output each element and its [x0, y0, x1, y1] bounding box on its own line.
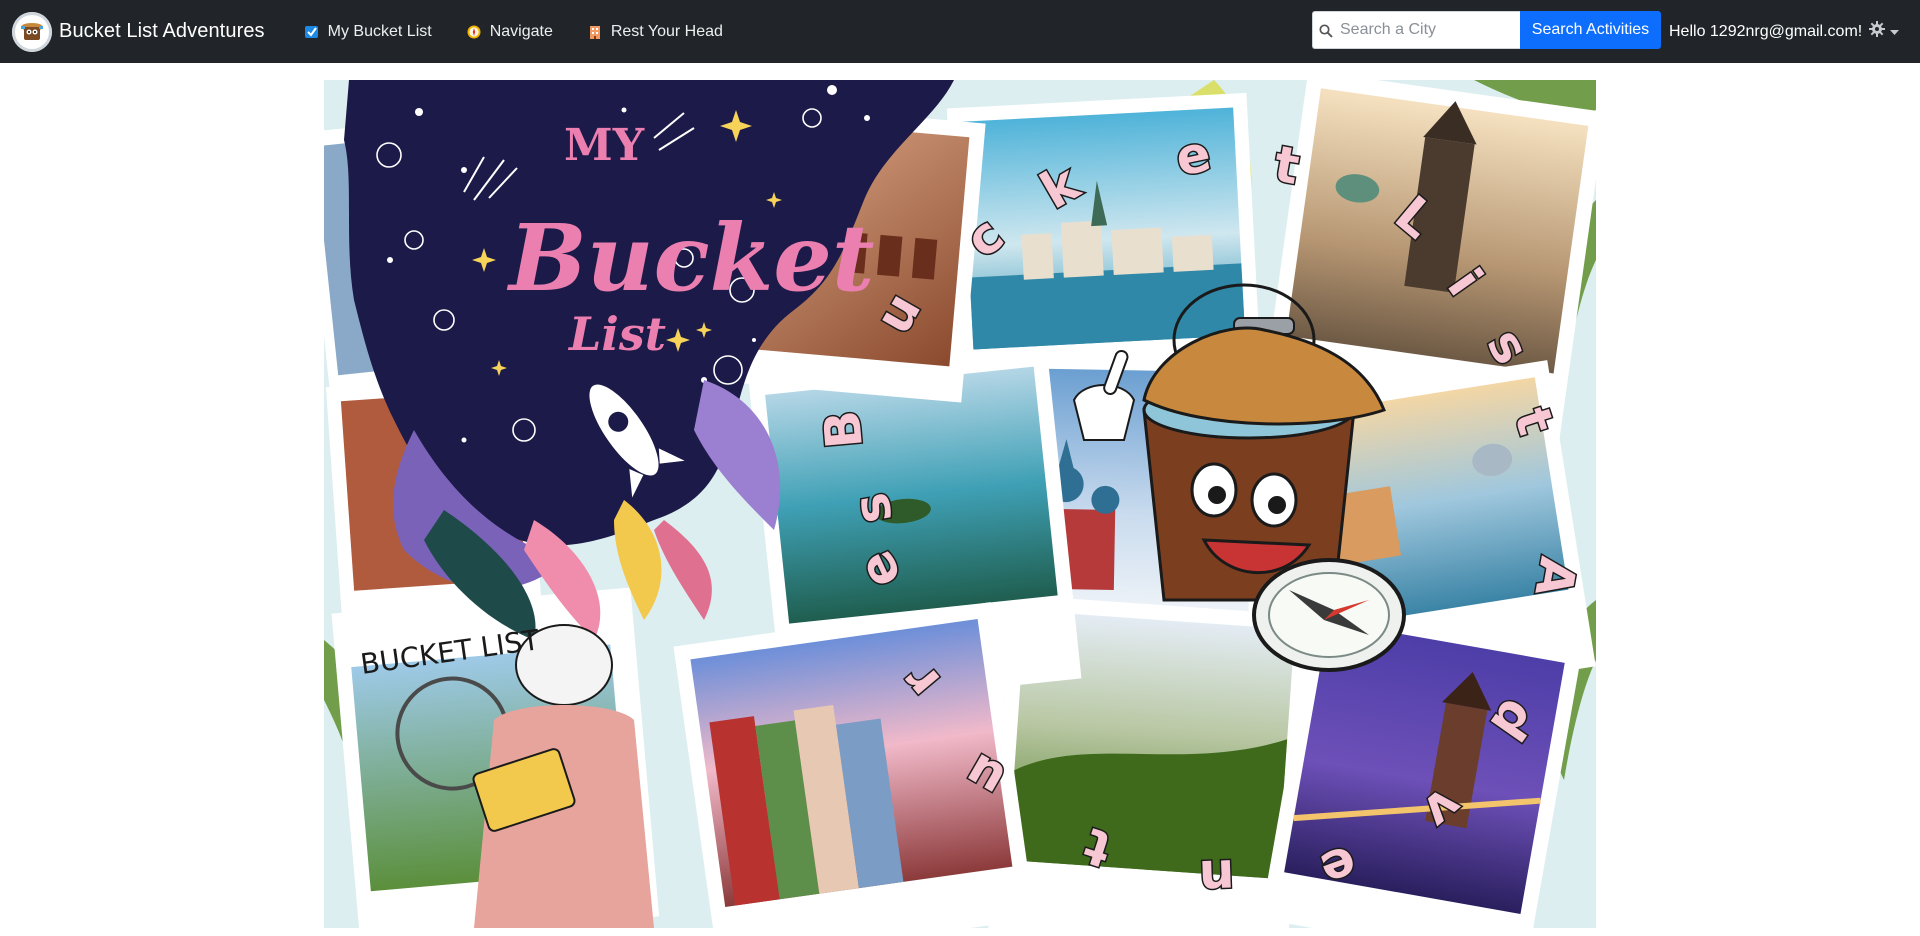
- bucket-mascot-logo-icon: [12, 11, 52, 52]
- nav-rest-your-head-label: Rest Your Head: [610, 22, 723, 40]
- poster-bucket-text: Bucket: [506, 204, 874, 312]
- search-box: [1312, 11, 1520, 49]
- search-form: Search Activities: [1312, 11, 1661, 49]
- search-activities-button[interactable]: Search Activities: [1520, 11, 1661, 49]
- checklist-icon: [304, 25, 319, 39]
- poster-list-text: List: [567, 307, 666, 361]
- compass-icon: [467, 25, 481, 39]
- search-icon: [1319, 24, 1333, 43]
- chevron-down-icon: [1890, 23, 1900, 41]
- nav-my-bucket-list[interactable]: My Bucket List: [287, 0, 449, 63]
- user-menu-dropdown[interactable]: Hello 1292nrg@gmail.com!: [1669, 0, 1900, 63]
- arc-letter: B: [813, 408, 874, 451]
- nav-my-bucket-list-label: My Bucket List: [327, 22, 432, 40]
- gear-icon: [1869, 21, 1886, 42]
- nav-navigate[interactable]: Navigate: [449, 0, 570, 63]
- hotel-icon: [588, 25, 602, 39]
- nav-links: My Bucket List Navigate Rest Your Head: [287, 0, 740, 63]
- user-greeting: Hello 1292nrg@gmail.com!: [1669, 22, 1863, 40]
- hero-bucket-list-collage: MY Bucket List BUCKET LIST B u c k e t L…: [324, 80, 1596, 928]
- nav-rest-your-head[interactable]: Rest Your Head: [570, 0, 740, 63]
- city-search-input[interactable]: [1313, 12, 1520, 48]
- brand-link[interactable]: Bucket List Adventures: [12, 0, 265, 63]
- nav-navigate-label: Navigate: [489, 22, 553, 40]
- top-navbar: Bucket List Adventures My Bucket List Na…: [0, 0, 1920, 63]
- brand-title: Bucket List Adventures: [59, 20, 265, 42]
- poster-my-text: MY: [564, 120, 645, 171]
- arc-letter: n: [1198, 848, 1236, 907]
- collage-artwork: MY Bucket List BUCKET LIST B u c k e t L…: [324, 80, 1596, 928]
